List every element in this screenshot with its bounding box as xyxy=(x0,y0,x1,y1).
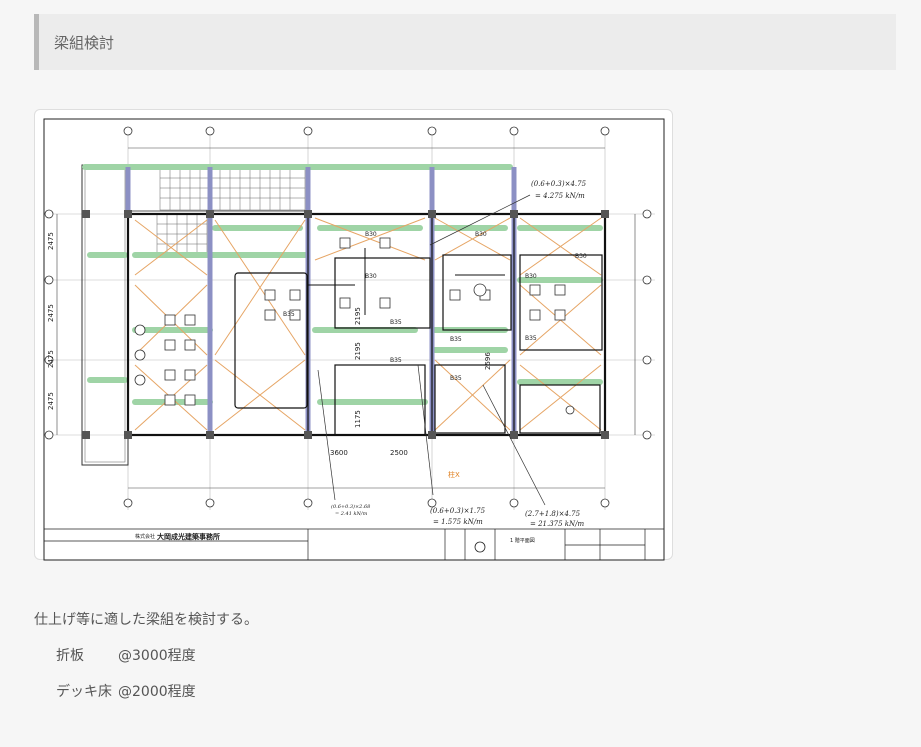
beam-label: B35 xyxy=(390,357,402,364)
dim-label: 2500 xyxy=(390,449,408,457)
load-note: = 1.575 kN/m xyxy=(433,518,483,526)
beam-label: B30 xyxy=(525,273,537,280)
beam-label: B35 xyxy=(283,311,295,318)
load-note: = 2.41 kN/m xyxy=(335,511,368,517)
spec-label: デッキ床 xyxy=(56,684,112,700)
column-tag: 柱X xyxy=(448,470,460,479)
description-text: 仕上げ等に適した梁組を検討する。 xyxy=(34,612,258,628)
load-note: = 21.375 kN/m xyxy=(530,520,585,528)
load-note: (2.7+1.8)×4.75 xyxy=(525,510,581,518)
dim-label: 1175 xyxy=(354,410,362,428)
beam-label: B35 xyxy=(525,335,537,342)
floor-plan-figure: B30 B30 B30 B30 B35 B35 B35 B35 B35 B35 … xyxy=(34,109,673,561)
beam-label: B30 xyxy=(365,231,377,238)
dim-label: 2475 xyxy=(47,304,55,322)
beam-label: B35 xyxy=(450,375,462,382)
beam-label: B35 xyxy=(390,319,402,326)
load-note: = 4.275 kN/m xyxy=(535,192,585,200)
company-prefix: 株式会社 xyxy=(135,533,155,540)
dim-label: 2596 xyxy=(484,352,492,370)
load-note: (0.6+0.3)×4.75 xyxy=(531,180,587,188)
company-name: 大岡成光建築事務所 xyxy=(157,532,220,541)
floor-plan-drawing: B30 B30 B30 B30 B35 B35 B35 B35 B35 B35 … xyxy=(43,118,665,561)
beam-label: B30 xyxy=(365,273,377,280)
dim-label: 2475 xyxy=(47,232,55,250)
load-note: (0.6+0.3)×2.68 xyxy=(331,503,370,510)
dim-label: 3600 xyxy=(330,449,348,457)
spec-row-deck-floor: デッキ床 @2000程度 xyxy=(56,681,196,701)
spec-value: @3000程度 xyxy=(118,648,196,664)
section-heading: 梁組検討 xyxy=(34,14,896,70)
beam-label: B35 xyxy=(450,336,462,343)
dim-label: 2475 xyxy=(47,392,55,410)
spec-value: @2000程度 xyxy=(118,684,196,700)
section-title: 梁組検討 xyxy=(54,34,115,52)
load-note: (0.6+0.3)×1.75 xyxy=(430,507,486,515)
dim-label: 2475 xyxy=(47,350,55,368)
beam-label: B30 xyxy=(475,231,487,238)
spec-row-folded-plate: 折板 @3000程度 xyxy=(56,645,196,665)
beam-label: B30 xyxy=(575,253,587,260)
spec-label: 折板 xyxy=(56,648,84,664)
sheet-title: 1 階平面図 xyxy=(510,537,535,544)
dim-label: 2195 xyxy=(354,342,362,360)
dim-label: 2195 xyxy=(354,307,362,325)
